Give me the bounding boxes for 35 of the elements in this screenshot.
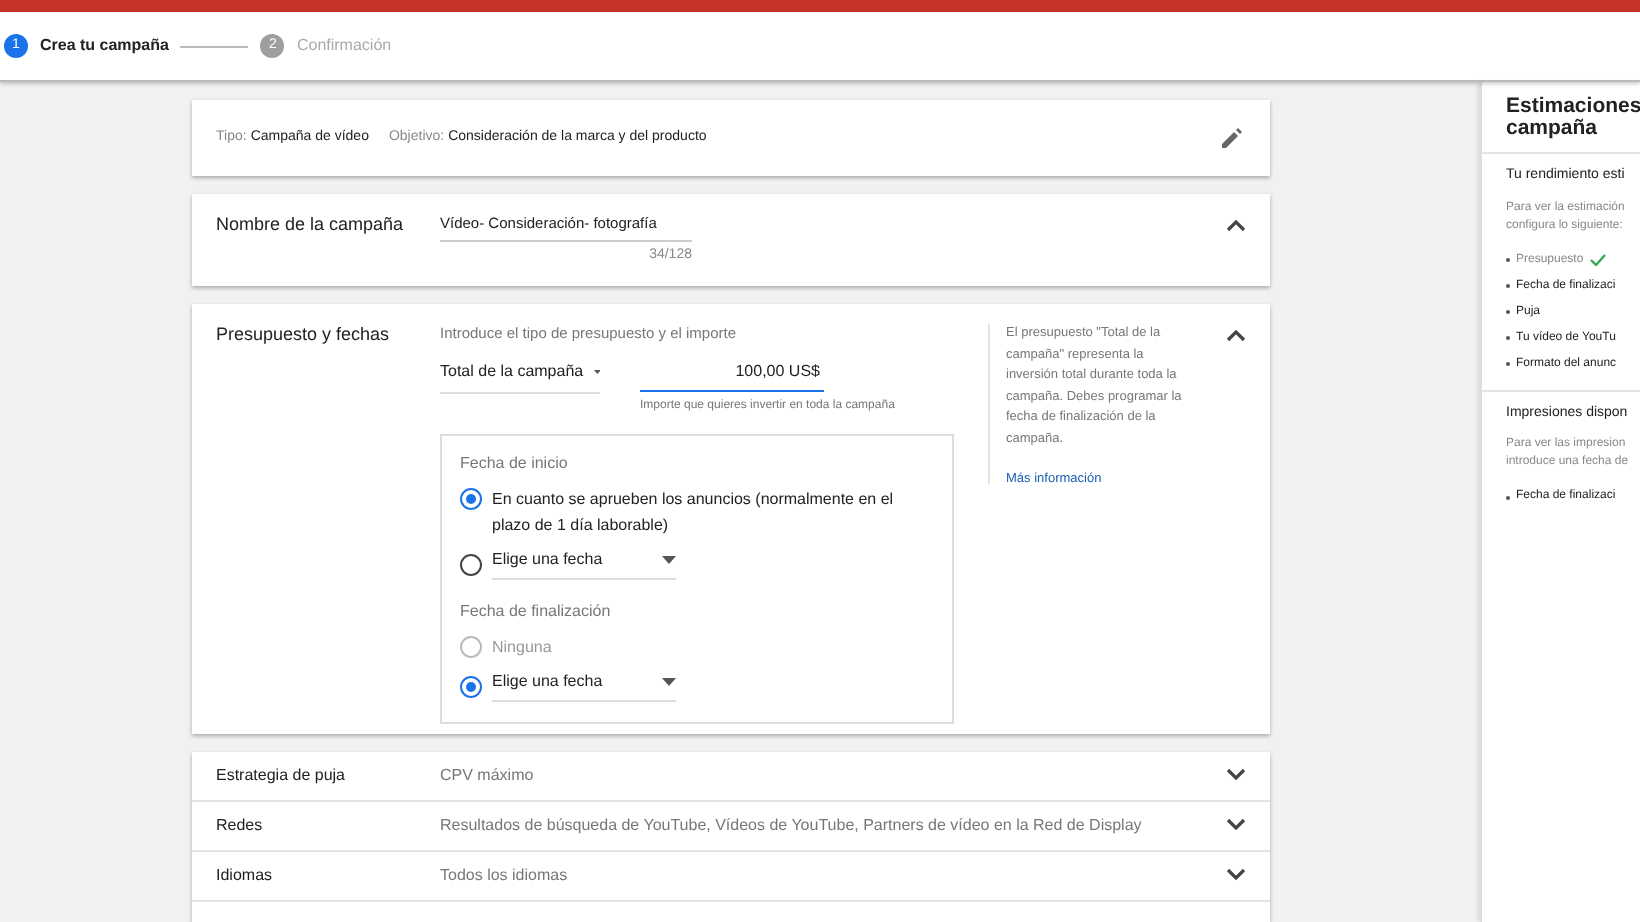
- expand-chevron-icon[interactable]: [1226, 768, 1246, 783]
- expand-chevron-icon[interactable]: [1226, 818, 1246, 833]
- check-icon: [1589, 254, 1606, 266]
- end-date-label: Fecha de finalización: [460, 600, 613, 625]
- expand-chevron-icon[interactable]: [1226, 868, 1246, 883]
- radio-label: Ninguna: [492, 636, 554, 661]
- collapse-chevron-icon[interactable]: [1226, 217, 1246, 232]
- collapse-chevron-icon[interactable]: [1226, 328, 1246, 343]
- dropdown-caret-icon: [662, 556, 676, 565]
- amount-field[interactable]: 100,00 US$: [640, 360, 824, 393]
- radio-button[interactable]: [460, 488, 482, 511]
- panel-title: Estimaciones: [1506, 96, 1640, 118]
- dropdown-caret-icon: [662, 678, 676, 687]
- radio-button[interactable]: [460, 676, 482, 699]
- section-value: Todos los idiomas: [440, 863, 568, 888]
- panel-title: campaña: [1506, 118, 1600, 140]
- section-title: Redes: [216, 813, 265, 838]
- date-dropdown[interactable]: Elige una fecha: [492, 670, 676, 703]
- section-title: Nombre de la campaña: [216, 211, 406, 238]
- settings-row[interactable]: Estrategia de puja CPV máximo: [192, 751, 1270, 802]
- settings-row[interactable]: Redes Resultados de búsqueda de YouTube, Vídeos de YouTube, Partners de vídeo en la Red de Display: [192, 801, 1270, 852]
- start-date-label: Fecha de inicio: [460, 452, 570, 477]
- radio-label: En cuanto se aprueben los anuncios (normalmente en el plazo de 1 día laborable): [492, 488, 896, 539]
- date-dropdown[interactable]: Elige una fecha: [492, 548, 676, 581]
- radio-button[interactable]: [460, 554, 482, 577]
- section-title: Idiomas: [216, 863, 275, 888]
- section-value: Resultados de búsqueda de YouTube, Vídeos de YouTube, Partners de vídeo en la Red de Display: [440, 813, 1142, 838]
- stepper-line: [180, 45, 249, 47]
- budget-type-dropdown[interactable]: Total de la campaña: [440, 360, 600, 395]
- step-label[interactable]: Crea tu campaña: [40, 34, 169, 58]
- section-value: CPV máximo: [440, 763, 534, 788]
- settings-row[interactable]: Idiomas Todos los idiomas: [192, 851, 1270, 902]
- section-title: Presupuesto y fechas: [216, 322, 392, 349]
- edit-pencil-icon[interactable]: [1222, 127, 1242, 148]
- section-title: Estrategia de puja: [216, 763, 347, 788]
